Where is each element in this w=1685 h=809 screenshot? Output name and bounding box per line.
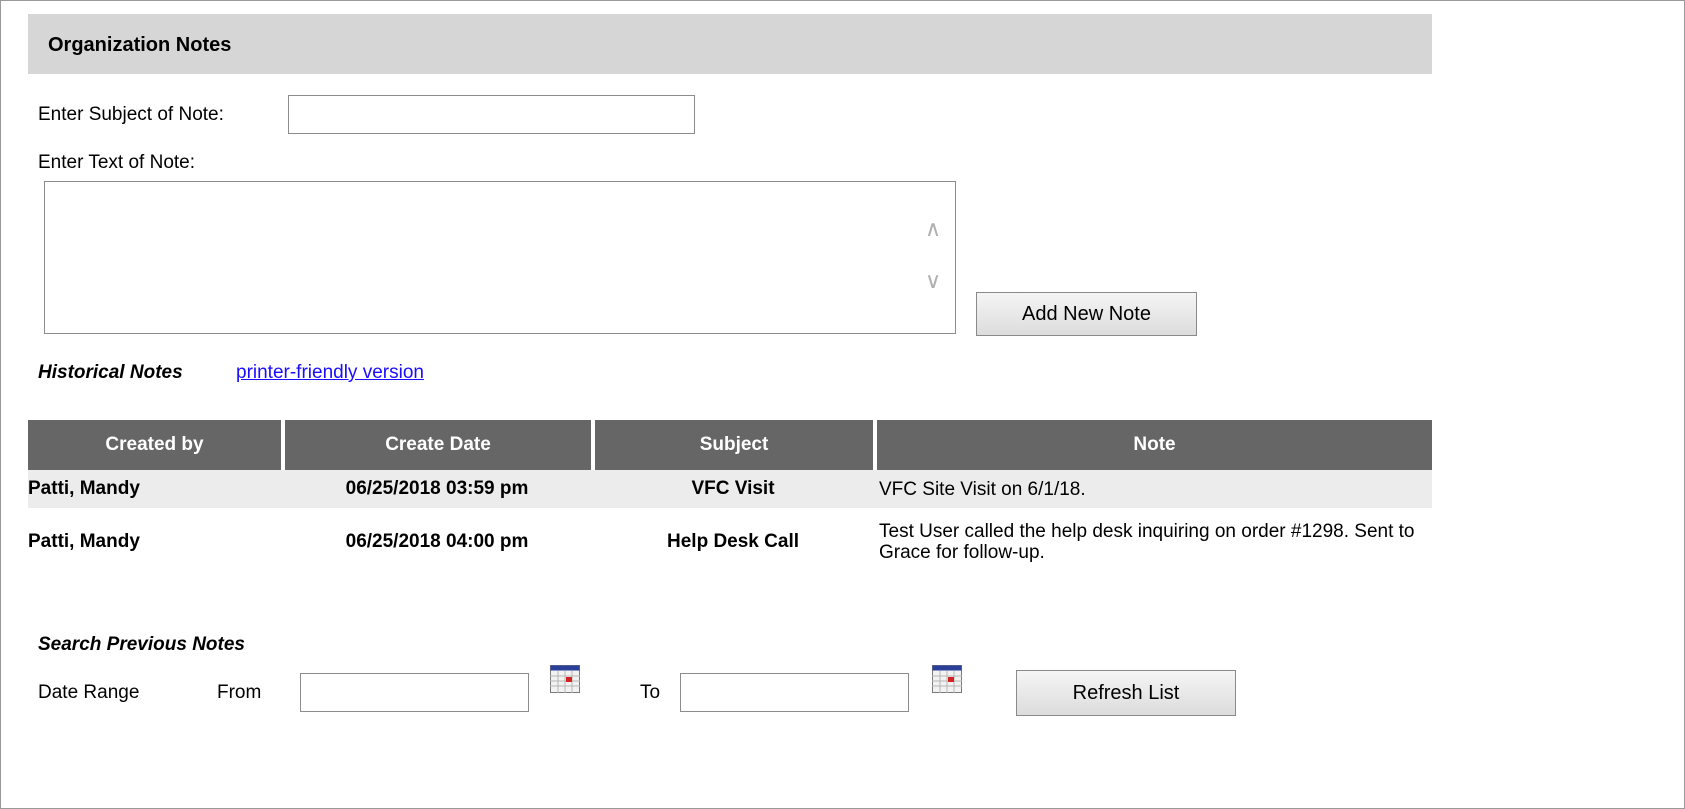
notes-table: Created by Create Date Subject Note Patt… — [28, 420, 1432, 576]
refresh-list-button[interactable]: Refresh List — [1016, 670, 1236, 716]
cell-subject: VFC Visit — [593, 470, 875, 508]
subject-label: Enter Subject of Note: — [38, 104, 224, 125]
panel-title: Organization Notes — [48, 34, 232, 56]
header-created-by[interactable]: Created by — [28, 420, 285, 470]
search-section-title: Search Previous Notes — [38, 634, 245, 655]
chevron-down-icon[interactable]: ∨ — [920, 270, 946, 292]
cell-note: Test User called the help desk inquiring… — [875, 508, 1432, 576]
to-label: To — [640, 682, 661, 703]
chevron-up-icon[interactable]: ∧ — [920, 218, 946, 240]
cell-created-by: Patti, Mandy — [28, 470, 283, 508]
header-create-date[interactable]: Create Date — [283, 420, 595, 470]
header-note[interactable]: Note — [875, 420, 1432, 470]
cell-create-date: 06/25/2018 04:00 pm — [283, 508, 593, 576]
printer-friendly-link[interactable]: printer-friendly version — [236, 362, 424, 384]
calendar-icon[interactable] — [932, 665, 962, 693]
table-row[interactable]: Patti, Mandy 06/25/2018 04:00 pm Help De… — [28, 508, 1432, 576]
subject-input[interactable] — [288, 95, 695, 134]
note-text-area[interactable] — [44, 181, 956, 334]
header-subject[interactable]: Subject — [593, 420, 877, 470]
table-header-row: Created by Create Date Subject Note — [28, 420, 1432, 470]
cell-created-by: Patti, Mandy — [28, 508, 283, 576]
from-date-input[interactable] — [300, 673, 529, 712]
add-new-note-button[interactable]: Add New Note — [976, 292, 1197, 336]
cell-note: VFC Site Visit on 6/1/18. — [875, 470, 1432, 508]
to-date-input[interactable] — [680, 673, 909, 712]
historical-notes-title: Historical Notes — [38, 362, 183, 383]
cell-create-date: 06/25/2018 03:59 pm — [283, 470, 593, 508]
table-row[interactable]: Patti, Mandy 06/25/2018 03:59 pm VFC Vis… — [28, 470, 1432, 508]
panel-header: Organization Notes — [28, 14, 1432, 74]
calendar-icon[interactable] — [550, 665, 580, 693]
text-label: Enter Text of Note: — [38, 152, 196, 173]
from-label: From — [217, 682, 262, 703]
cell-subject: Help Desk Call — [593, 508, 875, 576]
date-range-label: Date Range — [38, 682, 140, 703]
